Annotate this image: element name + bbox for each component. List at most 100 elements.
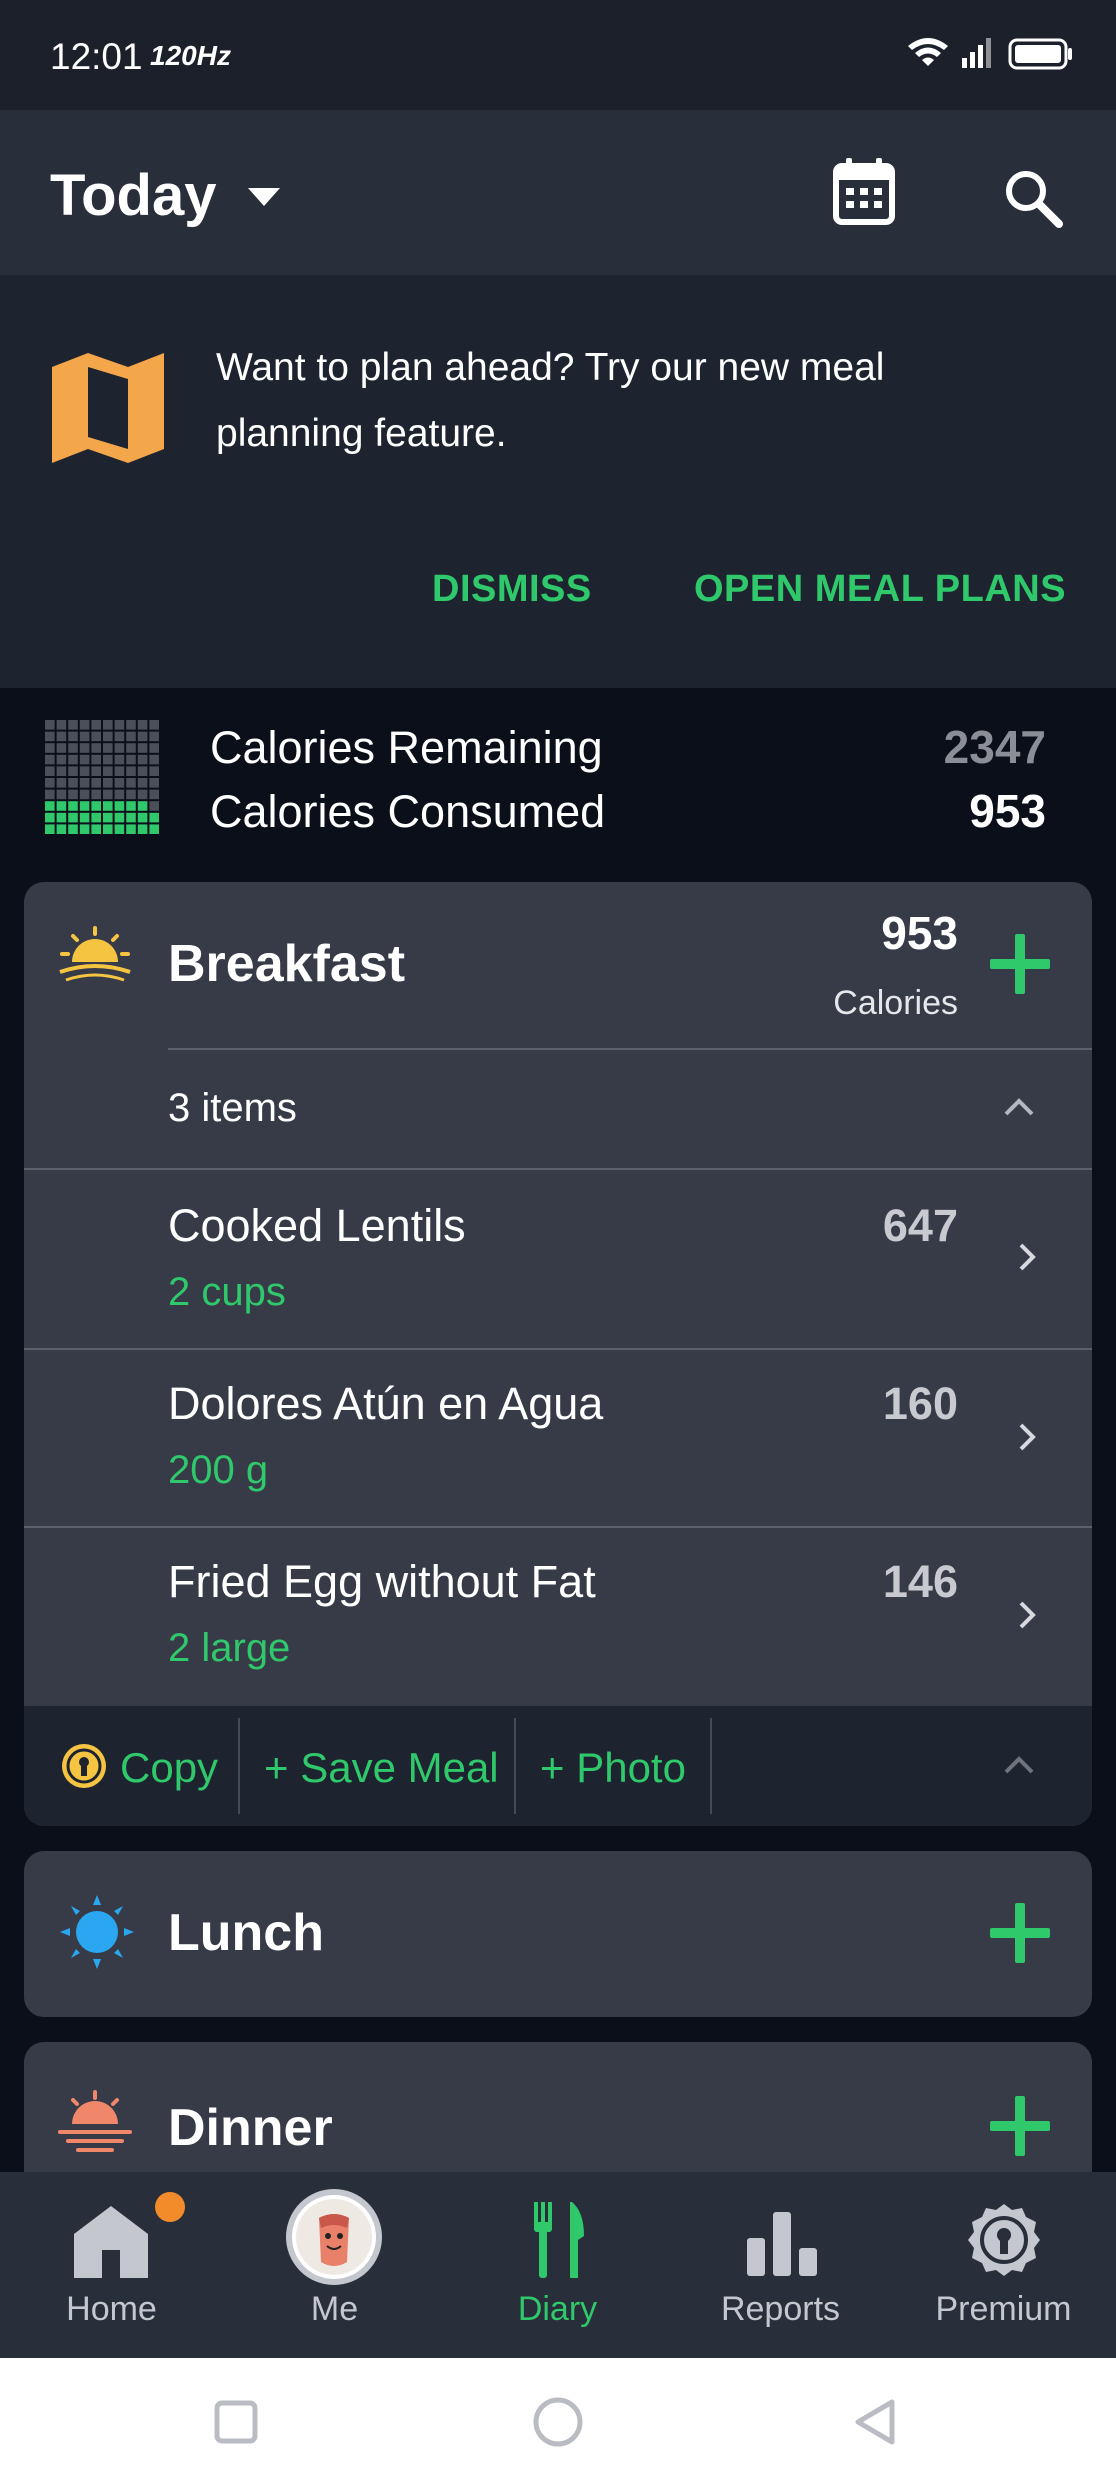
home-icon (74, 2206, 148, 2278)
divider (238, 1718, 240, 1814)
calorie-grid-cell (126, 720, 136, 730)
calorie-grid-cell (56, 754, 67, 765)
calorie-grid-cell (149, 743, 159, 753)
calorie-grid-cell (126, 789, 136, 800)
calorie-grid-icon[interactable] (45, 720, 161, 836)
date-selector-title[interactable]: Today (50, 162, 217, 229)
calorie-grid-cell (68, 720, 78, 730)
calorie-grid-cell (79, 824, 90, 834)
calorie-grid-cell (137, 812, 148, 823)
calorie-grid-cell (68, 778, 78, 788)
food-item-row[interactable]: Dolores Atún en Agua 200 g 160 (24, 1350, 1092, 1526)
calorie-grid-cell (137, 778, 148, 788)
calorie-grid-cell (91, 812, 101, 823)
calendar-icon[interactable] (832, 156, 896, 226)
calorie-grid-cell (45, 789, 55, 800)
caret-down-icon[interactable] (248, 188, 280, 206)
diary-fork-knife-icon (534, 2202, 584, 2278)
banner-message: Want to plan ahead? Try our new meal pla… (216, 346, 885, 455)
calorie-grid-cell (103, 824, 113, 834)
status-time: 12:01 (50, 36, 143, 77)
calorie-grid-cell (91, 778, 101, 788)
chevron-up-icon[interactable] (1002, 1748, 1036, 1782)
signal-icon (962, 38, 991, 68)
search-icon[interactable] (1003, 168, 1063, 228)
calorie-grid-cell (91, 766, 101, 776)
calorie-grid-cell (68, 731, 78, 742)
calorie-grid-cell (79, 812, 90, 823)
back-triangle-icon[interactable] (852, 2398, 898, 2446)
calories-consumed-label: Calories Consumed (210, 786, 606, 837)
items-count: 3 items (168, 1086, 297, 1130)
save-meal-button[interactable]: + Save Meal (264, 1744, 499, 1792)
reports-bars-icon (747, 2212, 817, 2276)
calorie-grid-cell (114, 789, 125, 800)
calorie-grid-cell (114, 778, 125, 788)
nav-diary[interactable]: Diary (446, 2172, 669, 2358)
food-portion: 200 g (168, 1448, 269, 1492)
calorie-grid-cell (79, 743, 90, 753)
nav-label-home: Home (66, 2290, 157, 2328)
calorie-grid-cell (103, 743, 113, 753)
status-icons (908, 38, 1072, 70)
recent-apps-icon[interactable] (214, 2400, 258, 2444)
calorie-grid-cell (79, 801, 90, 811)
food-item-row[interactable]: Fried Egg without Fat 2 large 146 (24, 1528, 1092, 1706)
calorie-grid-cell (114, 720, 125, 730)
calorie-grid-cell (114, 801, 125, 811)
calorie-grid-cell (149, 731, 159, 742)
food-calories: 146 (882, 1556, 958, 1607)
calorie-grid-cell (137, 801, 148, 811)
calorie-grid-cell (126, 812, 136, 823)
calorie-grid-cell (56, 731, 67, 742)
add-breakfast-button[interactable] (990, 934, 1050, 994)
calorie-grid-cell (103, 754, 113, 765)
add-photo-button[interactable]: + Photo (540, 1744, 686, 1792)
calorie-grid-cell (149, 824, 159, 834)
nav-home[interactable]: Home (0, 2172, 223, 2358)
breakfast-calories-label: Calories (833, 984, 958, 1022)
calorie-grid-cell (137, 731, 148, 742)
calorie-grid-cell (56, 801, 67, 811)
add-dinner-button[interactable] (990, 2096, 1050, 2156)
calorie-grid-cell (91, 720, 101, 730)
map-icon (52, 353, 164, 463)
chevron-up-icon[interactable] (1002, 1090, 1036, 1124)
nav-me[interactable]: Me (223, 2172, 446, 2358)
calorie-grid-cell (103, 801, 113, 811)
open-meal-plans-button[interactable]: OPEN MEAL PLANS (694, 568, 1066, 611)
calorie-grid-cell (56, 812, 67, 823)
calorie-grid-cell (149, 801, 159, 811)
nav-label-premium: Premium (935, 2290, 1072, 2328)
wifi-icon (908, 38, 948, 66)
calorie-grid-cell (56, 766, 67, 776)
calorie-grid-cell (45, 824, 55, 834)
bottom-nav: Home Me Diary Reports Premium (0, 2172, 1116, 2358)
calorie-grid-cell (68, 824, 78, 834)
nav-premium[interactable]: Premium (892, 2172, 1115, 2358)
calorie-grid-cell (103, 720, 113, 730)
copy-button[interactable]: Copy (120, 1744, 218, 1792)
calorie-grid-cell (103, 731, 113, 742)
avatar (286, 2189, 382, 2285)
calorie-grid-cell (137, 766, 148, 776)
dismiss-button[interactable]: DISMISS (432, 568, 592, 611)
calorie-grid-cell (79, 720, 90, 730)
nav-reports[interactable]: Reports (669, 2172, 892, 2358)
calorie-grid-cell (114, 754, 125, 765)
calorie-grid-cell (126, 731, 136, 742)
calorie-grid-cell (68, 812, 78, 823)
add-lunch-button[interactable] (990, 1903, 1050, 1963)
calorie-grid-cell (91, 801, 101, 811)
food-item-row[interactable]: Cooked Lentils 2 cups 647 (24, 1170, 1092, 1348)
calorie-grid-cell (91, 824, 101, 834)
food-name: Cooked Lentils (168, 1200, 466, 1251)
home-circle-icon[interactable] (532, 2396, 584, 2448)
calorie-grid-cell (114, 812, 125, 823)
calorie-grid-cell (79, 754, 90, 765)
calorie-grid-cell (149, 778, 159, 788)
calorie-grid-cell (56, 720, 67, 730)
breakfast-calories: 953 (881, 907, 958, 959)
items-toggle-row[interactable]: 3 items (24, 1050, 1092, 1168)
calorie-grid-cell (56, 778, 67, 788)
